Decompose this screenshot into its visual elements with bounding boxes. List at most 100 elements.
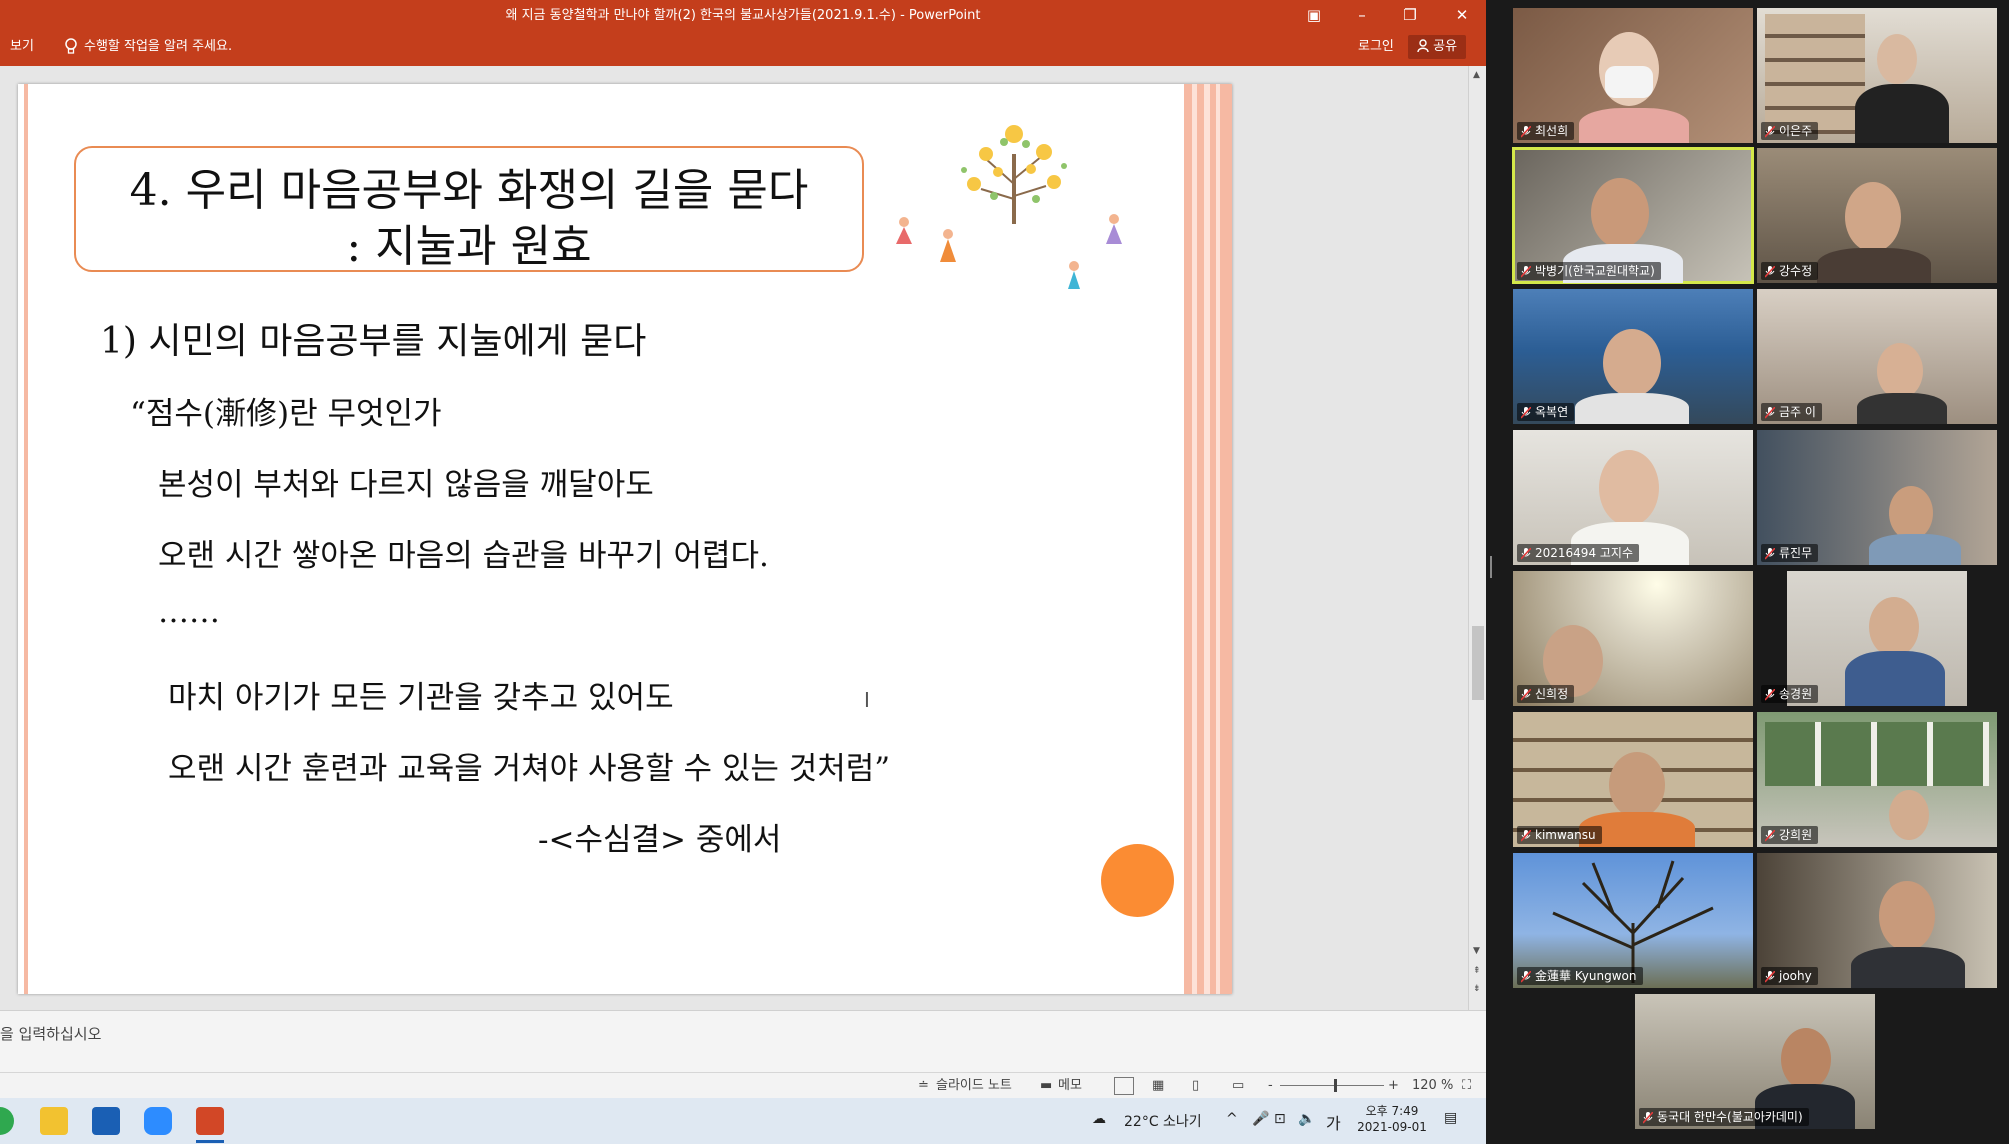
chevron-up-icon[interactable]: ^ [1226, 1111, 1238, 1127]
ribbon-display-options-button[interactable]: ▣ [1290, 0, 1338, 32]
participant-tile[interactable]: joohy [1757, 853, 1997, 988]
slide-canvas[interactable]: 4. 우리 마음공부와 화쟁의 길을 묻다 : 지눌과 원효 1) 시민의 마음… [18, 84, 1232, 994]
slide-text-line: 오랜 시간 쌓아온 마음의 습관을 바꾸기 어렵다. [158, 538, 769, 574]
zoom-slider-thumb[interactable] [1334, 1079, 1337, 1092]
participant-name: 金蓮華 Kyungwon [1517, 967, 1643, 985]
muted-microphone-icon [1764, 547, 1776, 560]
right-stripe-light [1204, 84, 1210, 994]
participant-tile-active-speaker[interactable]: 박병기(한국교원대학교) [1512, 147, 1754, 284]
normal-view-button[interactable] [1114, 1077, 1134, 1095]
right-stripe-light [1216, 84, 1220, 994]
slide-sorter-button[interactable]: ▦ [1152, 1073, 1164, 1099]
participant-name: joohy [1761, 967, 1818, 985]
participant-face [1877, 343, 1923, 399]
share-button[interactable]: 공유 [1408, 35, 1466, 59]
participant-tile[interactable]: 신희정 [1513, 571, 1753, 706]
participant-body [1845, 651, 1945, 706]
next-slide-icon[interactable]: ⇟ [1473, 984, 1481, 994]
muted-microphone-icon [1520, 265, 1532, 278]
tree-children-illustration [886, 104, 1166, 304]
participant-face [1603, 329, 1661, 397]
muted-microphone-icon [1764, 406, 1776, 419]
participant-tile[interactable]: 송경원 [1757, 571, 1997, 706]
person-icon [1417, 39, 1433, 54]
participant-tile[interactable]: 20216494 고지수 [1513, 430, 1753, 565]
slide-text-line: “점수(漸修)란 무엇인가 [130, 396, 442, 432]
close-button[interactable]: ✕ [1438, 0, 1486, 32]
participant-tile[interactable]: 강희원 [1757, 712, 1997, 847]
zoom-level[interactable]: 120 % [1412, 1073, 1453, 1099]
tell-me-input[interactable]: 수행할 작업을 알려 주세요. [84, 32, 232, 62]
clock-time[interactable]: 오후 7:49 [1360, 1102, 1424, 1119]
slide-text-line: 오랜 시간 훈련과 교육을 거쳐야 사용할 수 있는 것처럼” [168, 751, 891, 787]
participant-tile[interactable]: 류진무 [1757, 430, 1997, 565]
network-icon[interactable]: ⊡ [1274, 1111, 1286, 1127]
zoom-slider[interactable] [1280, 1079, 1384, 1092]
participant-name: 20216494 고지수 [1517, 544, 1640, 562]
vertical-scrollbar[interactable]: ▲ ▼ ⇞ ⇟ [1468, 66, 1486, 1010]
clock-date[interactable]: 2021-09-01 [1350, 1120, 1434, 1134]
participant-body [1851, 947, 1965, 988]
sign-in-link[interactable]: 로그인 [1358, 32, 1394, 62]
participant-face [1845, 182, 1901, 252]
muted-microphone-icon [1764, 265, 1776, 278]
zoom-out-button[interactable]: - [1268, 1073, 1273, 1099]
weather-cloud-icon: ☁ [1092, 1111, 1106, 1127]
slide-text-line: …… [158, 594, 220, 630]
edge-browser-icon[interactable] [0, 1107, 14, 1135]
restore-button[interactable]: ❐ [1386, 0, 1434, 32]
participant-tile[interactable]: 金蓮華 Kyungwon [1513, 853, 1753, 988]
comments-button[interactable]: 메모 [1058, 1073, 1082, 1099]
notes-pane[interactable]: 을 입력하십시오 [0, 1010, 1486, 1073]
mail-icon[interactable] [92, 1107, 120, 1135]
notification-icon[interactable]: ▤ [1444, 1110, 1457, 1126]
participant-body [1579, 108, 1689, 143]
minimize-button[interactable]: – [1338, 0, 1386, 32]
ribbon-bar: 보기 수행할 작업을 알려 주세요. 로그인 공유 [0, 32, 1486, 66]
file-explorer-icon[interactable] [40, 1107, 68, 1135]
participant-name: 금주 이 [1761, 403, 1822, 421]
notes-toggle-button[interactable]: 슬라이드 노트 [936, 1073, 1012, 1099]
participant-face [1879, 881, 1935, 951]
slide-subheading: 1) 시민의 마음공부를 지눌에게 묻다 [100, 321, 647, 362]
slide-source-line: -<수심결> 중에서 [538, 822, 782, 858]
comment-icon: ▬ [1040, 1078, 1053, 1093]
weather-text[interactable]: 22°C 소나기 [1124, 1111, 1202, 1131]
muted-microphone-icon [1520, 547, 1532, 560]
fit-to-window-icon[interactable]: ⛶ [1462, 1073, 1471, 1099]
slide-text-line: 마치 아기가 모든 기관을 갖추고 있어도 [168, 680, 674, 716]
slideshow-button[interactable]: ▭ [1232, 1073, 1244, 1099]
participant-tile[interactable]: 최선희 [1513, 8, 1753, 143]
participant-name: 강수정 [1761, 262, 1819, 280]
microphone-icon[interactable]: 🎤 [1252, 1111, 1269, 1127]
reading-view-button[interactable]: ▯ [1192, 1073, 1199, 1099]
muted-microphone-icon [1520, 829, 1532, 842]
participant-face [1599, 450, 1659, 526]
participant-tile[interactable]: 동국대 한만수(불교아카데미) [1635, 994, 1875, 1129]
decorative-orange-circle [1101, 844, 1174, 917]
participant-tile[interactable]: 강수정 [1757, 148, 1997, 283]
participant-name: 박병기(한국교원대학교) [1517, 262, 1661, 280]
scroll-down-icon[interactable]: ▼ [1473, 946, 1480, 956]
participant-name: kimwansu [1517, 826, 1602, 844]
powerpoint-app-icon[interactable] [196, 1107, 224, 1135]
scroll-thumb[interactable] [1472, 626, 1484, 700]
participant-name: 옥복연 [1517, 403, 1575, 421]
participant-tile[interactable]: 옥복연 [1513, 289, 1753, 424]
participant-tile[interactable]: kimwansu [1513, 712, 1753, 847]
volume-icon[interactable]: 🔈 [1298, 1111, 1315, 1127]
face-mask [1605, 66, 1653, 98]
participant-tile[interactable]: 이은주 [1757, 8, 1997, 143]
panel-resize-handle[interactable] [1490, 556, 1492, 578]
participant-tile[interactable]: 금주 이 [1757, 289, 1997, 424]
tab-view[interactable]: 보기 [10, 32, 34, 62]
participant-body [1575, 393, 1689, 424]
zoom-app-icon[interactable] [144, 1107, 172, 1135]
left-stripe [24, 84, 28, 994]
zoom-in-button[interactable]: + [1388, 1073, 1399, 1099]
muted-microphone-icon [1520, 125, 1532, 138]
previous-slide-icon[interactable]: ⇞ [1473, 966, 1481, 976]
participant-face [1877, 34, 1917, 84]
ime-indicator[interactable]: 가 [1326, 1110, 1341, 1134]
scroll-up-icon[interactable]: ▲ [1473, 70, 1480, 80]
